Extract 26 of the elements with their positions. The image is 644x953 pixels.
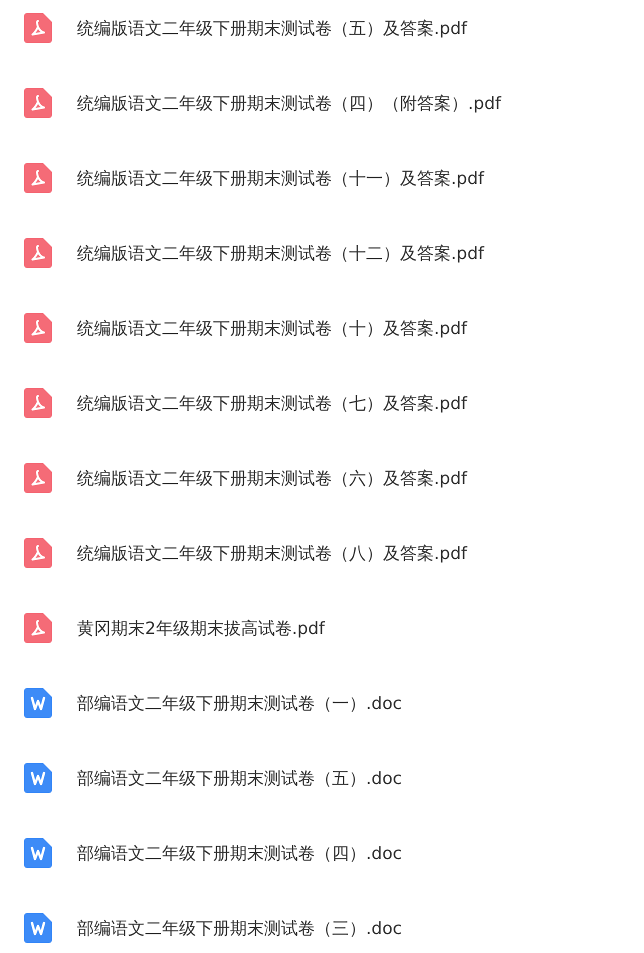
pdf-file-icon xyxy=(24,538,52,568)
pdf-file-icon xyxy=(24,313,52,343)
file-name-link[interactable]: 统编版语文二年级下册期末测试卷（十）及答案.pdf xyxy=(77,316,467,340)
file-name-link[interactable]: 部编语文二年级下册期末测试卷（五）.doc xyxy=(77,766,402,790)
word-file-icon xyxy=(24,763,52,793)
pdf-file-icon xyxy=(24,88,52,118)
pdf-file-icon xyxy=(24,238,52,268)
file-name-link[interactable]: 统编版语文二年级下册期末测试卷（八）及答案.pdf xyxy=(77,542,467,564)
file-name-link[interactable]: 部编语文二年级下册期末测试卷（三）.doc xyxy=(77,916,402,940)
word-file-icon xyxy=(24,838,52,868)
pdf-file-icon xyxy=(24,163,52,193)
file-name-link[interactable]: 统编版语文二年级下册期末测试卷（七）及答案.pdf xyxy=(77,392,467,414)
pdf-file-icon xyxy=(24,463,52,493)
pdf-file-icon xyxy=(24,388,52,418)
file-name-link[interactable]: 黄冈期末2年级期末拔高试卷.pdf xyxy=(77,616,325,640)
pdf-file-icon xyxy=(24,613,52,643)
pdf-file-icon xyxy=(24,13,52,43)
file-name-link[interactable]: 部编语文二年级下册期末测试卷（四）.doc xyxy=(77,842,402,864)
word-file-icon xyxy=(24,688,52,718)
file-name-link[interactable]: 统编版语文二年级下册期末测试卷（十一）及答案.pdf xyxy=(77,166,484,190)
file-name-link[interactable]: 统编版语文二年级下册期末测试卷（五）及答案.pdf xyxy=(77,16,467,40)
file-name-link[interactable]: 统编版语文二年级下册期末测试卷（十二）及答案.pdf xyxy=(77,242,484,264)
file-name-link[interactable]: 统编版语文二年级下册期末测试卷（六）及答案.pdf xyxy=(77,466,467,490)
word-file-icon xyxy=(24,913,52,943)
file-name-link[interactable]: 统编版语文二年级下册期末测试卷（四）（附答案）.pdf xyxy=(77,92,501,114)
file-name-link[interactable]: 部编语文二年级下册期末测试卷（一）.doc xyxy=(77,692,402,714)
